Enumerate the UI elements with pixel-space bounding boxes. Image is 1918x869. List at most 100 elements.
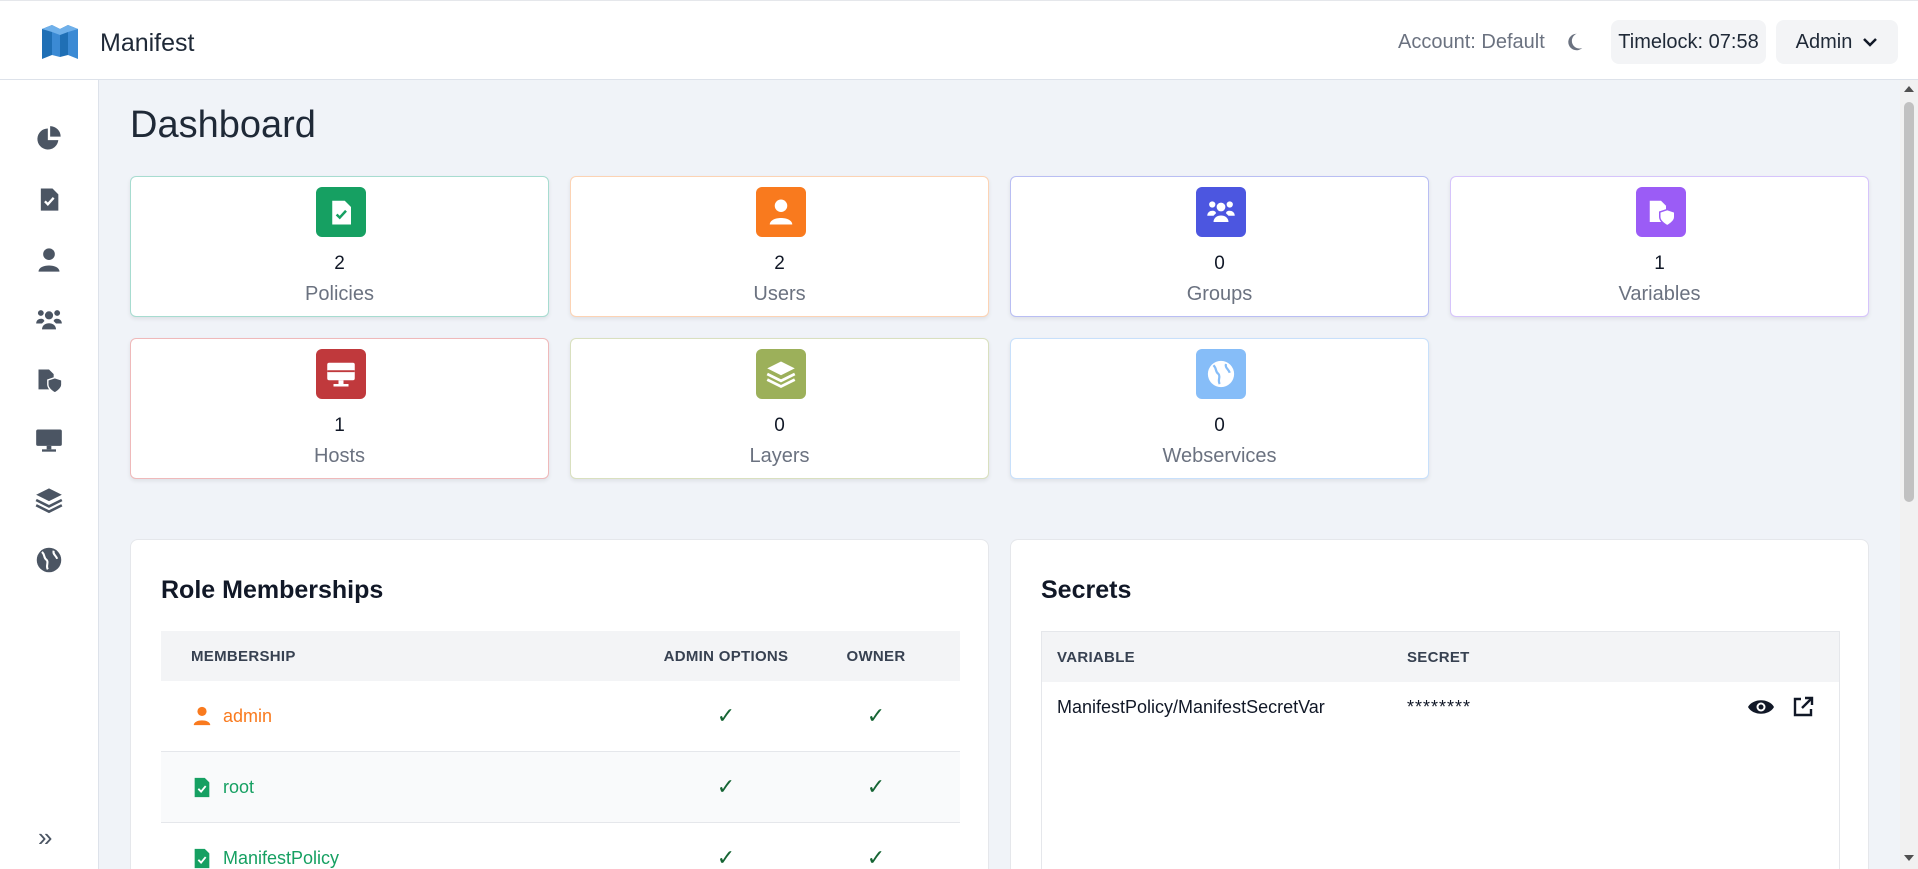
column-header-membership: MEMBERSHIP: [191, 647, 296, 665]
admin-option-check: ✓: [716, 845, 736, 869]
user-menu-button[interactable]: Admin: [1776, 20, 1898, 64]
admin-option-check: ✓: [716, 703, 736, 728]
app-title: Manifest: [100, 29, 195, 57]
globe-icon: [36, 547, 62, 573]
top-bar: Manifest Account: Default Timelock: 07:5…: [0, 0, 1918, 80]
membership-cell: root: [161, 775, 651, 799]
table-row: ManifestPolicy ✓ ✓: [161, 823, 960, 869]
column-header-admin-options: ADMIN OPTIONS: [663, 647, 789, 665]
card-groups[interactable]: 0 Groups: [1010, 176, 1429, 317]
card-count: 2: [774, 253, 785, 274]
card-icon-box: [756, 349, 806, 399]
account-label[interactable]: Account: Default: [1398, 31, 1545, 54]
card-label: Hosts: [313, 445, 366, 467]
table-row: root ✓ ✓: [161, 752, 960, 823]
sidebar-collapse-button[interactable]: »: [38, 822, 52, 853]
sidebar-item-layers[interactable]: [34, 485, 64, 515]
sidebar-item-users[interactable]: [34, 245, 64, 275]
scroll-down-arrow[interactable]: [1904, 855, 1914, 861]
role-memberships-title: Role Memberships: [161, 576, 384, 604]
card-variables[interactable]: 1 Variables: [1450, 176, 1869, 317]
scrollbar[interactable]: [1900, 80, 1918, 869]
column-header-variable: VARIABLE: [1057, 648, 1135, 666]
column-header-owner: OWNER: [846, 647, 906, 665]
variable-name: ManifestPolicy/ManifestSecretVar: [1057, 696, 1325, 717]
membership-cell: admin: [161, 704, 651, 728]
sidebar: »: [0, 80, 99, 869]
card-users[interactable]: 2 Users: [570, 176, 989, 317]
sidebar-item-policies[interactable]: [34, 184, 64, 214]
secret-value: ********: [1407, 696, 1472, 717]
card-count: 0: [1214, 253, 1225, 274]
role-memberships-table: MEMBERSHIP ADMIN OPTIONS OWNER admin ✓ ✓: [161, 631, 960, 869]
globe-icon: [1207, 360, 1235, 388]
secrets-title: Secrets: [1041, 576, 1132, 604]
secrets-panel: Secrets VARIABLE SECRET ManifestPolicy/M…: [1010, 539, 1869, 869]
users-icon: [36, 310, 62, 330]
pie-chart-icon: [37, 126, 61, 150]
clipboard-check-icon: [194, 777, 210, 798]
card-count: 0: [774, 415, 785, 436]
owner-check: ✓: [866, 845, 886, 869]
table-header: VARIABLE SECRET: [1042, 632, 1839, 682]
membership-link[interactable]: ManifestPolicy: [223, 848, 339, 869]
clipboard-check-icon: [40, 188, 59, 211]
membership-cell: ManifestPolicy: [161, 846, 651, 869]
card-webservices[interactable]: 0 Webservices: [1010, 338, 1429, 479]
layers-icon: [766, 361, 796, 389]
card-label: Users: [753, 283, 806, 305]
membership-link[interactable]: root: [223, 777, 254, 798]
card-label: Groups: [1186, 283, 1253, 305]
secrets-table: VARIABLE SECRET ManifestPolicy/ManifestS…: [1041, 631, 1840, 869]
user-icon: [769, 199, 793, 225]
role-memberships-panel: Role Memberships MEMBERSHIP ADMIN OPTION…: [130, 539, 989, 869]
card-label: Policies: [305, 283, 374, 305]
file-shield-icon: [1649, 200, 1676, 227]
layers-icon: [35, 488, 63, 514]
card-label: Layers: [749, 445, 810, 467]
card-layers[interactable]: 0 Layers: [570, 338, 989, 479]
column-header-secret: SECRET: [1407, 648, 1470, 666]
timelock-button[interactable]: Timelock: 07:58: [1611, 20, 1766, 64]
eye-icon[interactable]: [1747, 696, 1775, 718]
sidebar-item-webservices[interactable]: [34, 545, 64, 575]
owner-check: ✓: [866, 774, 886, 799]
card-icon-box: [1196, 187, 1246, 237]
table-row: admin ✓ ✓: [161, 681, 960, 752]
owner-check: ✓: [866, 703, 886, 728]
table-row: ManifestPolicy/ManifestSecretVar *******…: [1042, 682, 1839, 732]
card-policies[interactable]: 2 Policies: [130, 176, 549, 317]
card-icon-box: [756, 187, 806, 237]
sidebar-item-dashboard[interactable]: [34, 124, 64, 154]
table-header: MEMBERSHIP ADMIN OPTIONS OWNER: [161, 631, 960, 681]
card-count: 1: [1654, 253, 1665, 274]
chevron-down-icon: [1863, 38, 1878, 47]
card-count: 2: [334, 253, 345, 274]
user-icon: [38, 248, 60, 272]
external-link-icon[interactable]: [1791, 695, 1815, 719]
desktop-icon: [36, 429, 62, 452]
card-count: 0: [1214, 415, 1225, 436]
clipboard-check-icon: [332, 200, 351, 225]
card-icon-box: [316, 187, 366, 237]
scroll-thumb[interactable]: [1904, 102, 1914, 502]
user-icon: [193, 706, 211, 726]
sidebar-item-hosts[interactable]: [34, 425, 64, 455]
membership-link[interactable]: admin: [223, 706, 272, 727]
card-hosts[interactable]: 1 Hosts: [130, 338, 549, 479]
card-count: 1: [334, 415, 345, 436]
users-icon: [1207, 201, 1235, 222]
user-menu-label: Admin: [1795, 30, 1853, 53]
scroll-up-arrow[interactable]: [1904, 86, 1914, 92]
manifest-logo-icon: [42, 25, 78, 59]
sidebar-item-groups[interactable]: [34, 305, 64, 335]
admin-option-check: ✓: [716, 774, 736, 799]
file-shield-icon: [38, 369, 63, 394]
card-icon-box: [1636, 187, 1686, 237]
moon-icon[interactable]: [1563, 31, 1585, 53]
clipboard-check-icon: [194, 848, 210, 869]
card-icon-box: [1196, 349, 1246, 399]
page-title: Dashboard: [130, 104, 316, 146]
card-label: Webservices: [1162, 445, 1277, 467]
sidebar-item-variables[interactable]: [34, 365, 64, 395]
